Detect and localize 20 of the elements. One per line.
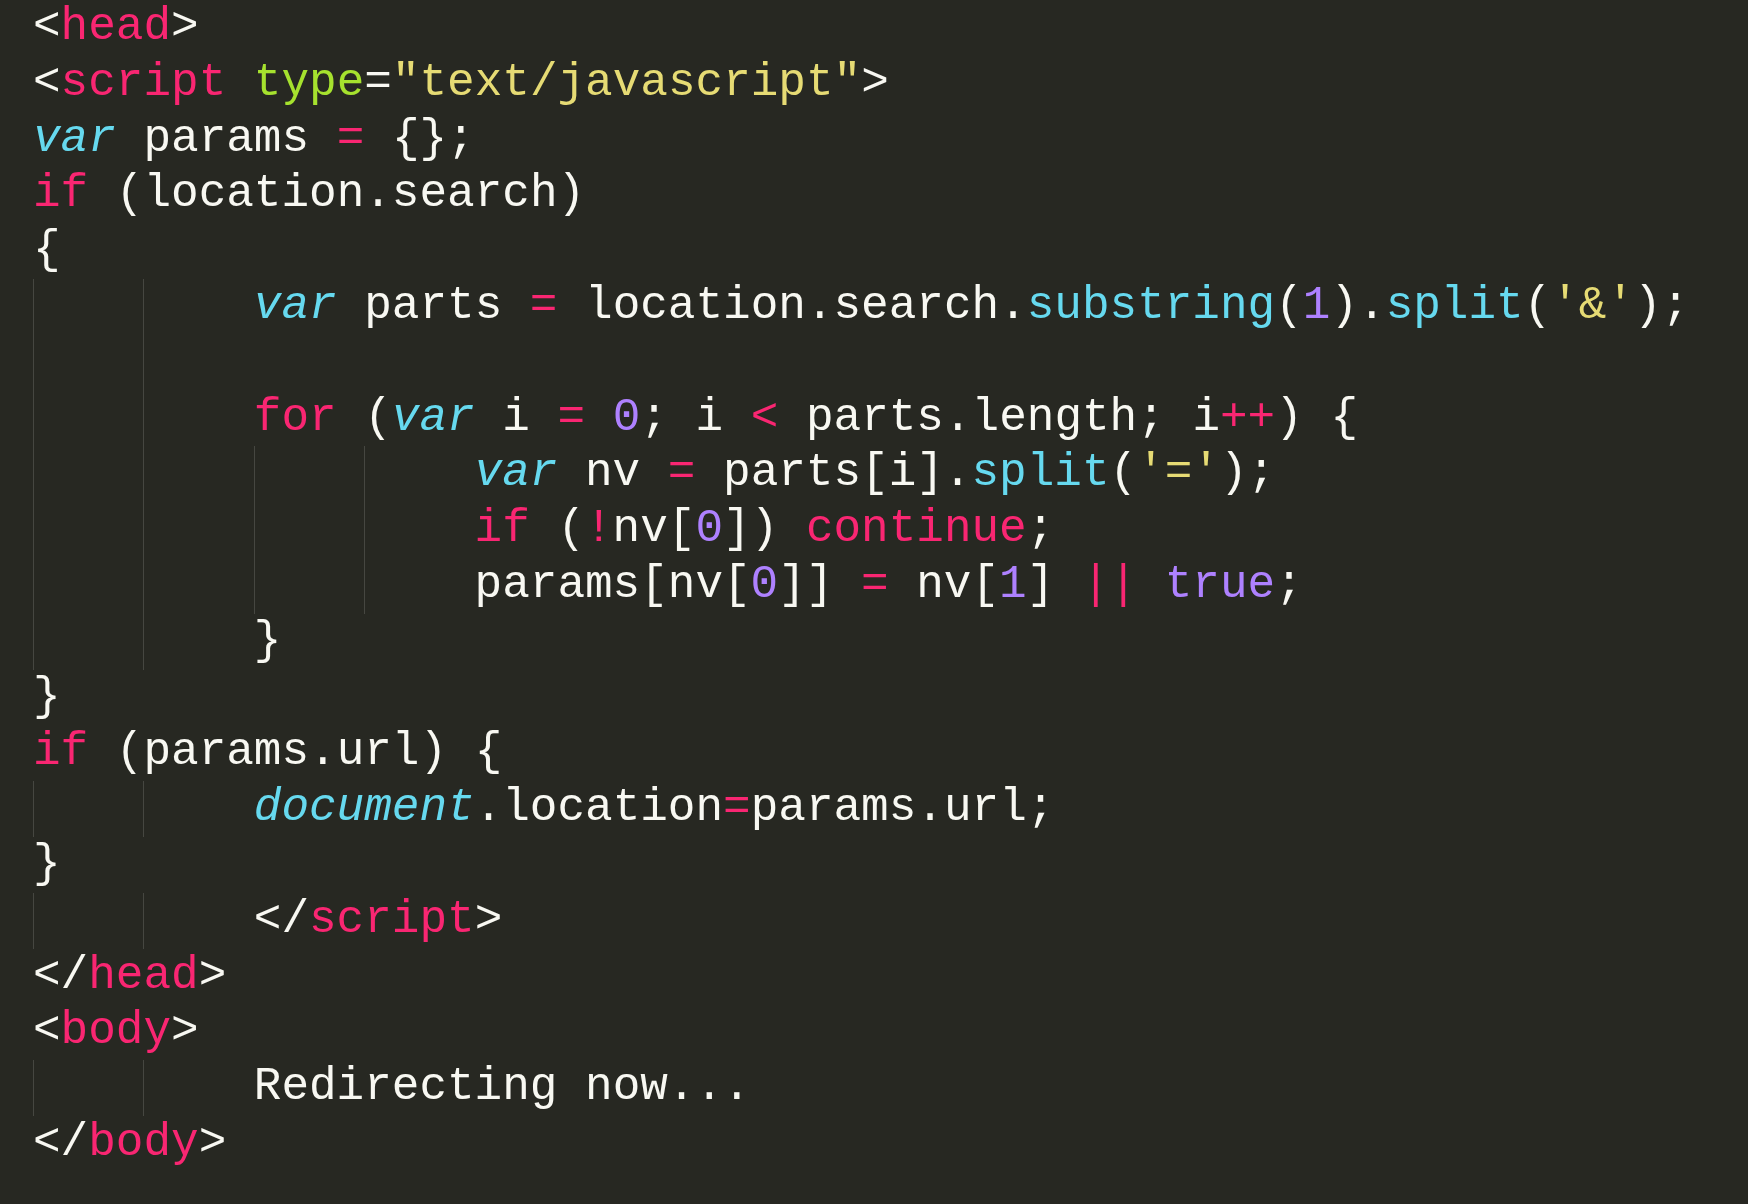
- code-line: }: [253, 613, 282, 669]
- code-line: <script type="text/javascript">: [33, 55, 889, 111]
- code-line: for (var i = 0; i < parts.length; i++) {: [253, 390, 1359, 446]
- code-line: <head>: [33, 0, 199, 55]
- code-line: }: [33, 836, 61, 892]
- code-line: params[nv[0]] = nv[1] || true;: [474, 557, 1303, 613]
- code-line: var nv = parts[i].split('=');: [474, 446, 1276, 502]
- code-line: if (!nv[0]) continue;: [474, 502, 1055, 558]
- code-line: if (params.url) {: [33, 725, 503, 781]
- code-line: }: [33, 669, 61, 725]
- code-line: var params = {};: [33, 111, 475, 167]
- code-line: </script>: [253, 892, 503, 948]
- code-line: {: [33, 223, 61, 279]
- code-line: <body>: [33, 1004, 199, 1060]
- code-line: document.location=params.url;: [253, 781, 1055, 837]
- code-line: </head>: [33, 948, 227, 1004]
- code-line: var parts = location.search.substring(1).split('&');: [253, 279, 1690, 334]
- code-line: </body>: [33, 1115, 227, 1171]
- code-line: if (location.search): [33, 167, 586, 223]
- code-line: Redirecting now...: [253, 1060, 751, 1116]
